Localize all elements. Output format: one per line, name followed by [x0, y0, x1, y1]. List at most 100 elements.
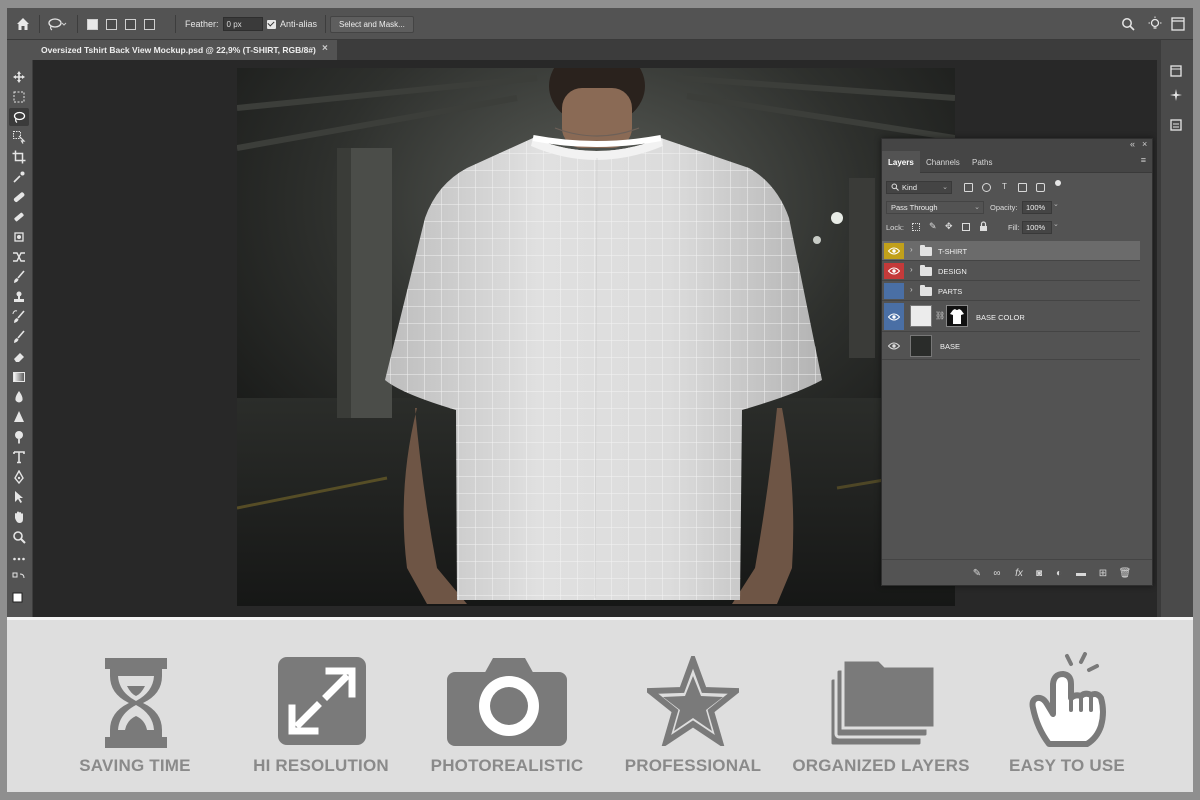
- layer-row-base[interactable]: BASE: [882, 332, 1140, 360]
- collapse-panel-icon[interactable]: «: [1130, 139, 1135, 149]
- feature-label: HI RESOLUTION: [253, 756, 389, 775]
- visibility-toggle[interactable]: [884, 243, 904, 259]
- lock-all-icon[interactable]: [979, 221, 988, 232]
- select-and-mask-button[interactable]: Select and Mask...: [330, 15, 414, 33]
- add-mask-icon[interactable]: ◙: [1032, 566, 1046, 580]
- crop-tool[interactable]: [9, 148, 29, 166]
- link-layers-icon[interactable]: ∞: [990, 566, 1004, 580]
- blend-mode-dropdown[interactable]: Pass Through ⌄: [886, 200, 984, 214]
- history-brush-tool[interactable]: [9, 248, 29, 266]
- subtract-from-selection-button[interactable]: [125, 18, 136, 30]
- chevron-down-icon[interactable]: ⌄: [1053, 220, 1059, 228]
- lock-position-icon[interactable]: ✥: [945, 221, 953, 232]
- lock-pixels-icon[interactable]: ✎: [929, 221, 937, 232]
- eyedropper-tool[interactable]: [9, 168, 29, 186]
- adjustments-button[interactable]: [1169, 118, 1183, 137]
- libraries-button[interactable]: [1169, 64, 1183, 83]
- stamp-tool[interactable]: [9, 288, 29, 306]
- properties-button[interactable]: [1169, 88, 1183, 107]
- visibility-toggle[interactable]: [884, 303, 904, 330]
- dodge-tool[interactable]: [9, 428, 29, 446]
- sharpen-tool[interactable]: [9, 408, 29, 426]
- history-brush-2-tool[interactable]: [9, 308, 29, 326]
- marquee-tool[interactable]: [9, 88, 29, 106]
- lasso-preset-picker[interactable]: [47, 8, 67, 40]
- chevron-right-icon[interactable]: ›: [910, 265, 913, 274]
- lock-artboard-icon[interactable]: [962, 223, 970, 231]
- art-brush-tool[interactable]: [9, 328, 29, 346]
- crop-icon: [12, 150, 26, 164]
- stamp-icon: [14, 232, 24, 242]
- healing-brush-tool[interactable]: [9, 188, 29, 206]
- pen-tool[interactable]: [9, 468, 29, 486]
- chevron-down-icon[interactable]: ⌄: [1053, 200, 1059, 208]
- new-layer-icon[interactable]: ⊞: [1096, 566, 1110, 580]
- more-tools[interactable]: [9, 550, 29, 568]
- clone-stamp-tool[interactable]: [9, 228, 29, 246]
- foreground-color[interactable]: [9, 590, 29, 608]
- layer-row-tshirt[interactable]: › T-SHIRT: [882, 241, 1140, 261]
- hand-tool[interactable]: [9, 508, 29, 526]
- discover-button[interactable]: [1147, 8, 1163, 40]
- add-to-selection-button[interactable]: [106, 18, 117, 30]
- link-icon[interactable]: ⛓: [935, 311, 945, 320]
- swap-colors[interactable]: [9, 570, 29, 588]
- hand-icon: [15, 511, 23, 523]
- mask-thumbnail[interactable]: [946, 305, 968, 327]
- path-selection-tool[interactable]: [9, 488, 29, 506]
- intersect-selection-button[interactable]: [144, 18, 155, 30]
- lock-transparent-icon[interactable]: [912, 223, 920, 231]
- visibility-toggle[interactable]: [884, 263, 904, 279]
- visibility-toggle[interactable]: [884, 283, 904, 299]
- filter-toggle-icon[interactable]: [1055, 180, 1061, 186]
- document-tab[interactable]: Oversized Tshirt Back View Mockup.psd @ …: [33, 40, 337, 60]
- tab-layers[interactable]: Layers: [882, 151, 920, 173]
- shape-filter-icon[interactable]: [1018, 183, 1027, 192]
- swap-colors-icon: [12, 572, 25, 579]
- canvas-area[interactable]: « × Layers Channels Paths ≡ Kind ⌄ T Pas…: [33, 60, 1159, 618]
- mockup-photo[interactable]: [237, 68, 955, 606]
- zoom-icon: [13, 531, 26, 544]
- panel-menu-icon[interactable]: ≡: [1141, 155, 1146, 165]
- smart-object-filter-icon[interactable]: [1036, 183, 1045, 192]
- pixel-filter-icon[interactable]: [964, 183, 973, 192]
- chevron-right-icon[interactable]: ›: [910, 285, 913, 294]
- type-filter-icon[interactable]: T: [1000, 183, 1009, 192]
- new-group-icon[interactable]: ▬: [1074, 566, 1088, 580]
- chevron-right-icon[interactable]: ›: [910, 245, 913, 254]
- fill-input[interactable]: 100%: [1022, 220, 1052, 234]
- layer-row-parts[interactable]: › PARTS: [882, 281, 1140, 301]
- opacity-input[interactable]: 100%: [1022, 200, 1052, 214]
- paint-brush-tool[interactable]: [9, 268, 29, 286]
- antialias-checkbox[interactable]: [267, 19, 276, 29]
- move-tool[interactable]: [9, 68, 29, 86]
- home-button[interactable]: [15, 8, 31, 40]
- visibility-toggle[interactable]: [884, 334, 904, 358]
- layer-row-design[interactable]: › DESIGN: [882, 261, 1140, 281]
- new-selection-button[interactable]: [87, 18, 98, 30]
- adjustment-layer-icon[interactable]: ◐: [1052, 566, 1066, 580]
- antialias-control[interactable]: Anti-alias: [267, 8, 317, 40]
- trash-icon[interactable]: 🗑: [1118, 566, 1132, 580]
- brush-tool[interactable]: [9, 208, 29, 226]
- brush-link-icon[interactable]: ✎: [970, 566, 984, 580]
- search-button[interactable]: [1121, 8, 1135, 40]
- object-select-tool[interactable]: [9, 128, 29, 146]
- workspace-button[interactable]: [1171, 8, 1185, 40]
- layer-row-base-color[interactable]: ⛓ BASE COLOR: [882, 301, 1140, 332]
- feather-input[interactable]: 0 px: [222, 17, 263, 31]
- lasso-tool[interactable]: [9, 108, 29, 126]
- zoom-tool[interactable]: [9, 528, 29, 546]
- blur-tool[interactable]: [9, 388, 29, 406]
- gradient-tool[interactable]: [9, 368, 29, 386]
- adjustment-filter-icon[interactable]: [982, 183, 991, 192]
- filter-kind-dropdown[interactable]: Kind ⌄: [886, 180, 952, 194]
- eraser-tool[interactable]: [9, 348, 29, 366]
- tab-channels[interactable]: Channels: [920, 151, 966, 173]
- eye-icon: [888, 313, 900, 320]
- fx-icon[interactable]: fx: [1012, 566, 1026, 580]
- close-panel-icon[interactable]: ×: [1142, 139, 1147, 149]
- type-tool[interactable]: [9, 448, 29, 466]
- close-tab-icon[interactable]: ×: [322, 43, 328, 54]
- tab-paths[interactable]: Paths: [966, 151, 998, 173]
